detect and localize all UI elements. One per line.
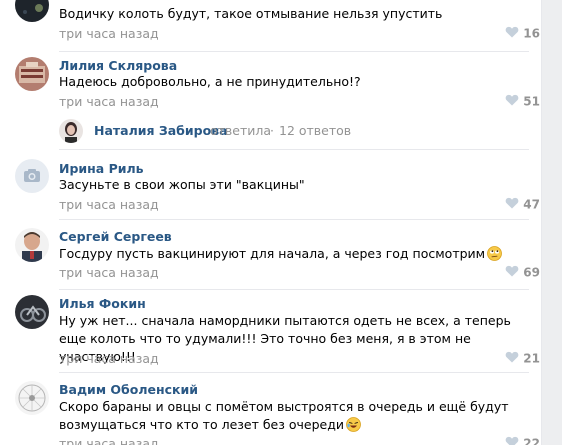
like-button[interactable]: 47: [460, 197, 540, 212]
avatar[interactable]: [15, 381, 49, 415]
comment-text: Скоро бараны и овцы с помётом выстроятся…: [59, 398, 517, 434]
like-button[interactable]: 16: [460, 26, 540, 41]
comment-text: Водичку колоть будут, такое отмывание не…: [59, 6, 443, 21]
heart-icon: [505, 197, 519, 212]
avatar[interactable]: [15, 57, 49, 91]
comment: Илья Фокин Ну уж нет... сначала намордни…: [0, 290, 540, 372]
laughing-emoji: [346, 417, 361, 432]
comment: Ирина Риль Засуньте в свои жопы эти "вак…: [0, 150, 540, 220]
replies-row[interactable]: Наталия Забирова ответила · 12 ответов: [59, 119, 519, 143]
comment: Вадим Оболенский Скоро бараны и овцы с п…: [0, 373, 540, 445]
page-right-edge: [541, 0, 562, 445]
like-button[interactable]: 51: [460, 94, 540, 109]
rolling-eyes-emoji: [487, 246, 502, 261]
heart-icon: [505, 351, 519, 366]
reply-avatar[interactable]: [59, 119, 83, 143]
comment-text-body: Госдуру пусть вакцинируют для начала, а …: [59, 246, 486, 261]
comment-time[interactable]: три часа назад: [59, 265, 159, 280]
avatar[interactable]: [15, 295, 49, 329]
like-count: 47: [523, 197, 540, 212]
comment: Сергей Сергеев Госдуру пусть вакцинируют…: [0, 220, 540, 290]
comment: Водичку колоть будут, такое отмывание не…: [0, 0, 540, 50]
comment-text-body: Скоро бараны и овцы с помётом выстроятся…: [59, 399, 509, 432]
comment-time[interactable]: три часа назад: [59, 94, 159, 109]
avatar[interactable]: [15, 228, 49, 262]
comment-text: Надеюсь добровольно, а не принудительно!…: [59, 74, 361, 89]
reply-verb: ответила: [210, 123, 272, 138]
heart-icon: [505, 436, 519, 445]
reply-separator: ·: [270, 123, 274, 138]
comment: Лилия Склярова Надеюсь добровольно, а не…: [0, 52, 540, 148]
like-count: 51: [523, 94, 540, 109]
comment-author[interactable]: Вадим Оболенский: [59, 382, 198, 397]
comment-author[interactable]: Илья Фокин: [59, 296, 146, 311]
like-count: 21: [523, 351, 540, 366]
avatar[interactable]: [15, 159, 49, 193]
replies-count-link[interactable]: 12 ответов: [279, 123, 351, 138]
like-count: 22: [523, 436, 540, 445]
like-count: 16: [523, 26, 540, 41]
like-button[interactable]: 21: [460, 351, 540, 366]
comment-time[interactable]: три часа назад: [59, 351, 159, 366]
like-button[interactable]: 69: [460, 265, 540, 280]
comment-author[interactable]: Ирина Риль: [59, 161, 144, 176]
heart-icon: [505, 265, 519, 280]
avatar[interactable]: [15, 0, 49, 22]
heart-icon: [505, 26, 519, 41]
comment-author[interactable]: Лилия Склярова: [59, 58, 177, 73]
comment-time[interactable]: три часа назад: [59, 197, 159, 212]
comment-time[interactable]: три часа назад: [59, 26, 159, 41]
comment-time[interactable]: три часа назад: [59, 436, 159, 445]
comment-author[interactable]: Сергей Сергеев: [59, 229, 172, 244]
like-button[interactable]: 22: [460, 436, 540, 445]
comment-text: Госдуру пусть вакцинируют для начала, а …: [59, 245, 517, 263]
comment-text: Засуньте в свои жопы эти "вакцины": [59, 177, 305, 192]
reply-author[interactable]: Наталия Забирова: [94, 123, 228, 138]
comments-feed: Водичку колоть будут, такое отмывание не…: [0, 0, 562, 445]
heart-icon: [505, 94, 519, 109]
like-count: 69: [523, 265, 540, 280]
